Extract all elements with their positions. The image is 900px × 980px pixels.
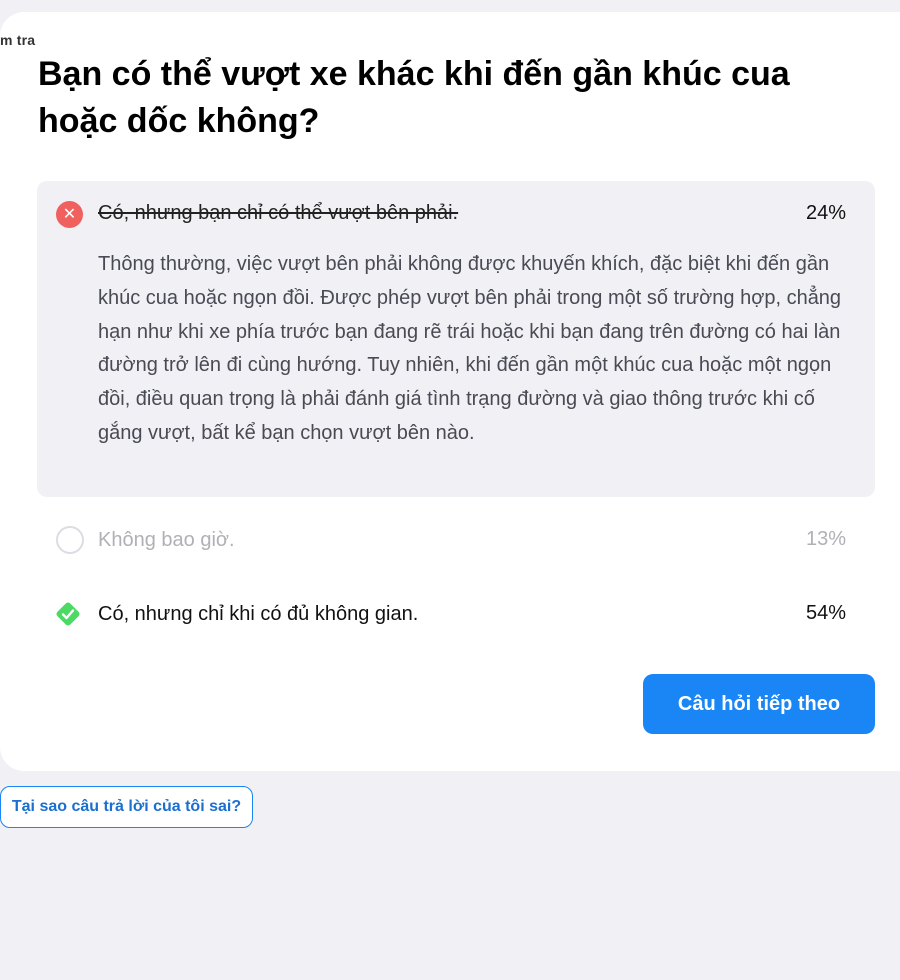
answer-percent-1: 24%: [805, 202, 846, 224]
check-diamond-icon: [56, 602, 80, 626]
why-wrong-button[interactable]: Tại sao câu trả lời của tôi sai?: [0, 786, 253, 828]
answer-explanation: Thông thường, việc vượt bên phải không đ…: [98, 253, 842, 444]
x-circle-icon: ✕: [56, 201, 83, 228]
next-question-button[interactable]: Câu hỏi tiếp theo: [643, 674, 875, 734]
answer-percent-3: 54%: [805, 602, 846, 624]
breadcrumb: m tra: [0, 32, 36, 48]
empty-radio-icon[interactable]: [56, 526, 84, 554]
answer-option-2[interactable]: Không bao giờ.: [98, 529, 235, 552]
answer-option-3[interactable]: Có, nhưng chỉ khi có đủ không gian.: [98, 603, 418, 626]
answer-option-1[interactable]: Có, nhưng bạn chỉ có thể vượt bên phải.: [98, 202, 458, 225]
question-title: Bạn có thể vượt xe khác khi đến gần khúc…: [38, 55, 790, 140]
answer-percent-2: 13%: [805, 528, 846, 550]
